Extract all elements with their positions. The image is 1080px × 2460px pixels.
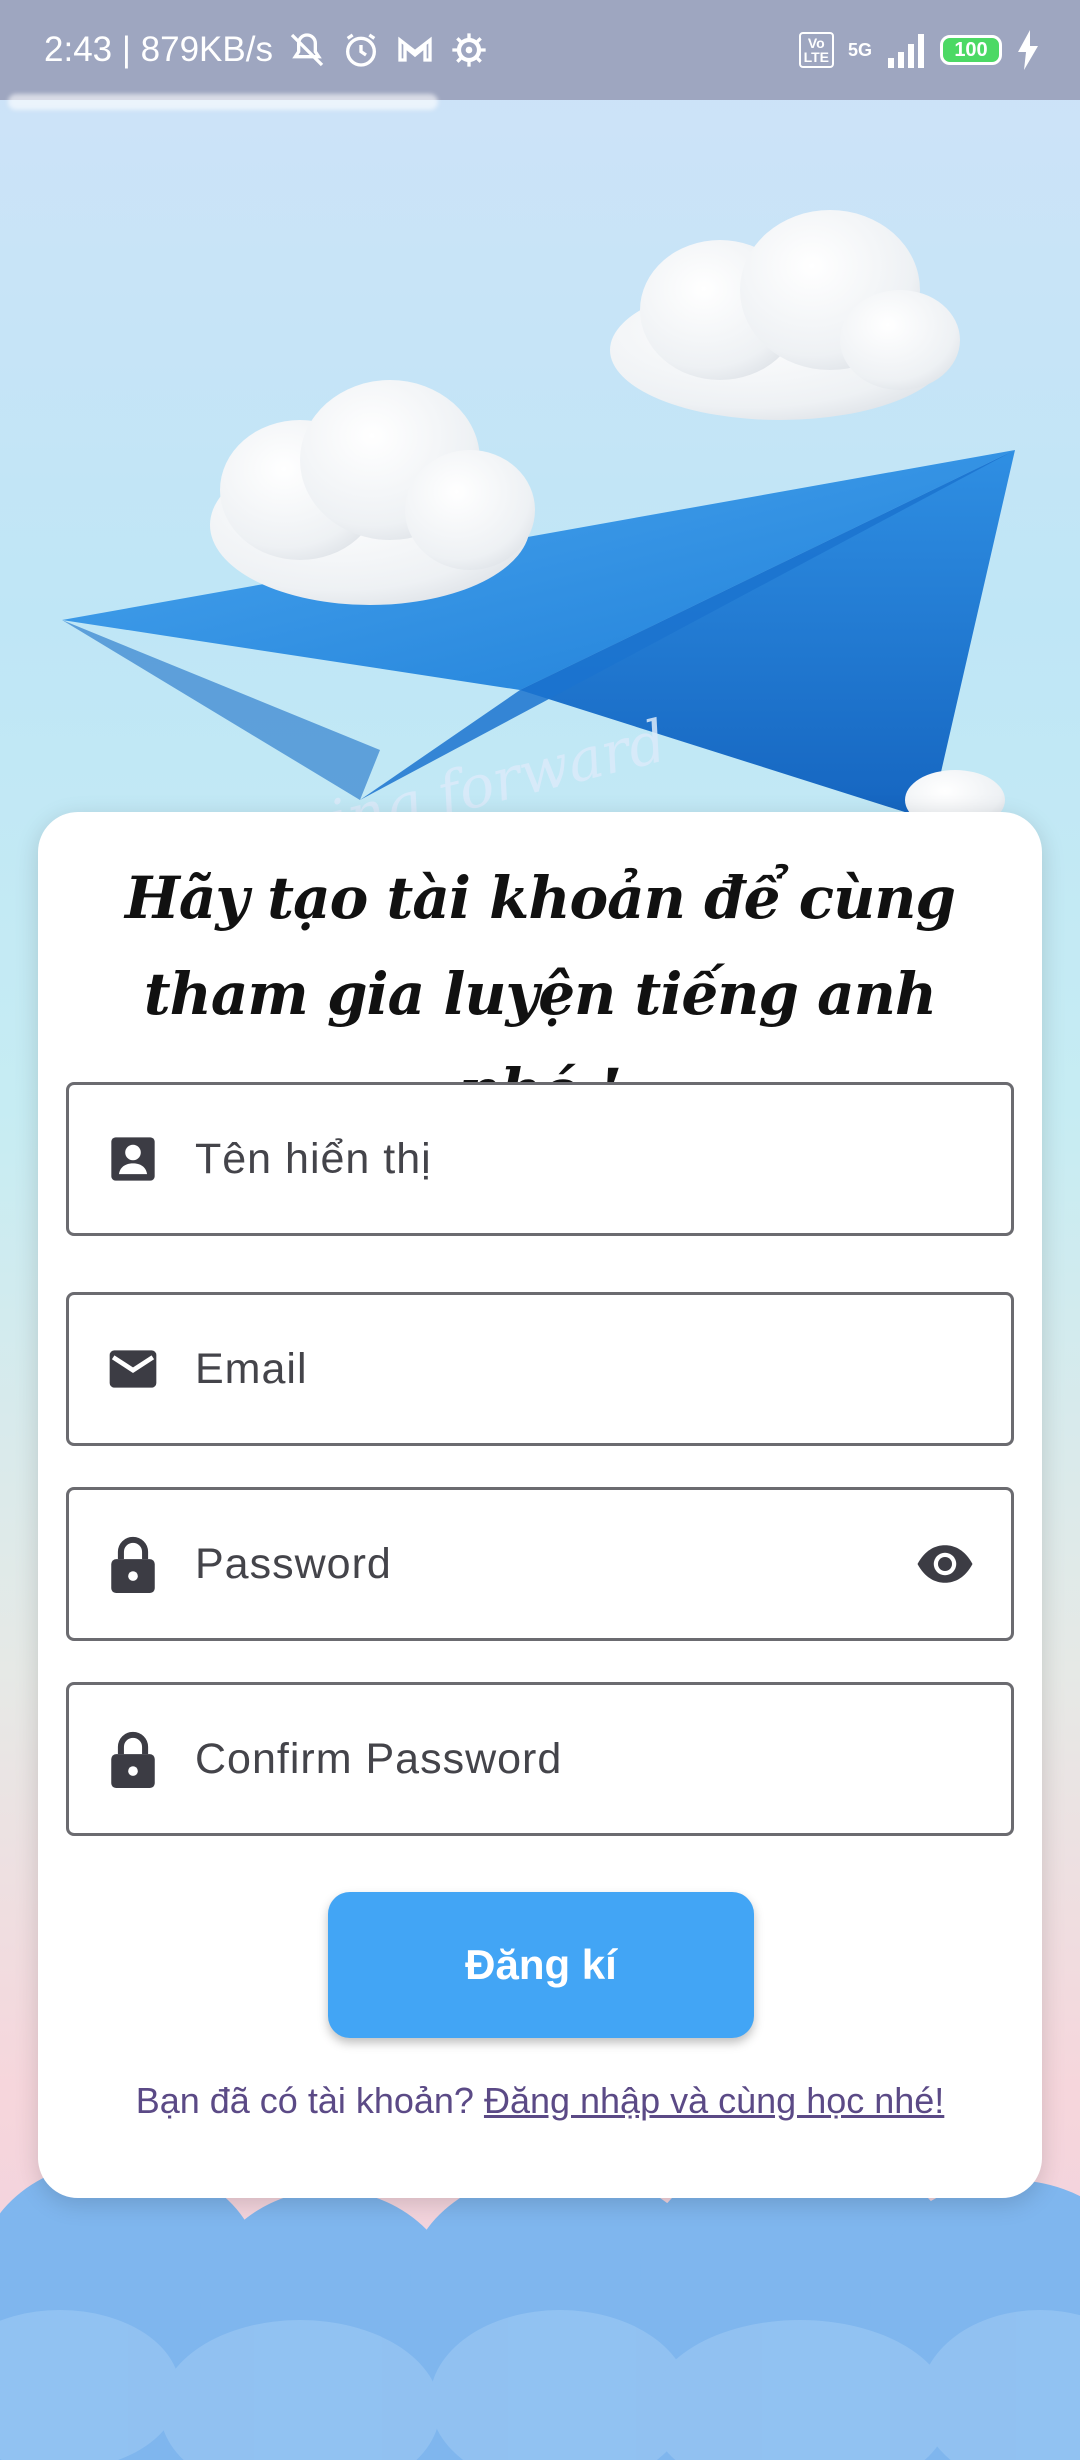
- signal-icon: [886, 30, 926, 70]
- signup-card: Hãy tạo tài khoản để cùng tham gia luyện…: [38, 812, 1042, 2198]
- volte-icon: Vo LTE: [798, 32, 834, 68]
- bottom-clouds: [0, 2160, 1080, 2460]
- cloud-left: [210, 380, 535, 605]
- register-button[interactable]: Đăng kí: [328, 1892, 754, 2038]
- lock-icon: [103, 1534, 163, 1594]
- confirm-password-field[interactable]: [66, 1682, 1014, 1836]
- email-input[interactable]: [195, 1295, 1011, 1443]
- charging-icon: [1016, 30, 1040, 70]
- lock-icon: [103, 1729, 163, 1789]
- alarm-icon: [341, 30, 381, 70]
- show-password-eye-icon[interactable]: [913, 1532, 977, 1596]
- login-prompt-line: Bạn đã có tài khoản? Đăng nhập và cùng h…: [38, 2080, 1042, 2122]
- cloud-right: [610, 210, 960, 420]
- login-prompt-text: Bạn đã có tài khoản?: [135, 2080, 484, 2121]
- email-field[interactable]: [66, 1292, 1014, 1446]
- password-input[interactable]: [195, 1490, 913, 1638]
- password-field[interactable]: [66, 1487, 1014, 1641]
- settings-icon: [449, 30, 489, 70]
- gmail-icon: [395, 30, 435, 70]
- display-name-field[interactable]: [66, 1082, 1014, 1236]
- confirm-password-input[interactable]: [195, 1685, 1011, 1833]
- login-link[interactable]: Đăng nhập và cùng học nhé!: [484, 2080, 944, 2121]
- person-badge-icon: [103, 1129, 163, 1189]
- status-bar: 2:43 | 879KB/s Vo LTE 5G 100: [0, 0, 1080, 100]
- status-time-speed: 2:43 | 879KB/s: [44, 30, 273, 69]
- status-right: Vo LTE 5G 100: [798, 30, 1040, 70]
- network-type: 5G: [847, 39, 872, 60]
- display-name-input[interactable]: [195, 1085, 1011, 1233]
- battery-indicator: 100: [940, 35, 1002, 65]
- status-left: 2:43 | 879KB/s: [44, 30, 489, 70]
- hero-illustration: ing forward: [0, 100, 1080, 820]
- mute-icon: [287, 30, 327, 70]
- email-icon: [103, 1339, 163, 1399]
